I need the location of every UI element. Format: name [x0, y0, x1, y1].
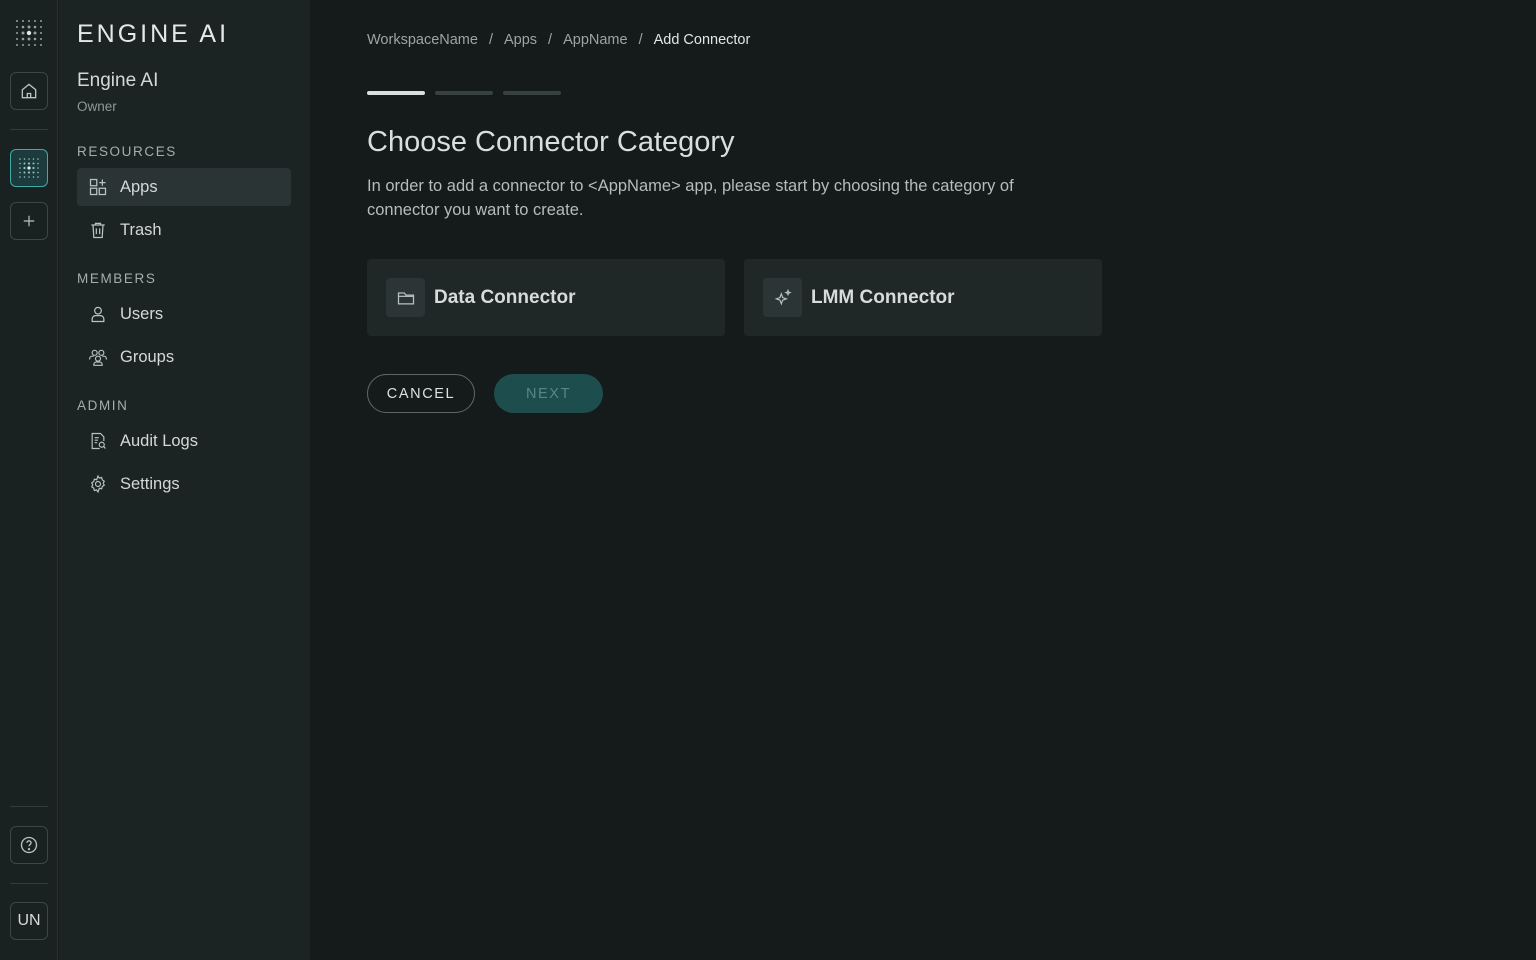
- step-indicator-3: [503, 91, 561, 95]
- breadcrumb-separator: /: [488, 32, 493, 48]
- user-avatar-button[interactable]: UN: [10, 902, 48, 940]
- plus-icon: [23, 215, 35, 227]
- sidebar-item-settings[interactable]: Settings: [77, 465, 291, 503]
- help-button[interactable]: [10, 826, 48, 864]
- gear-icon: [88, 474, 108, 494]
- sidebar-item-audit-logs[interactable]: Audit Logs: [77, 422, 291, 460]
- sidebar-item-label: Apps: [120, 177, 158, 196]
- add-workspace-button[interactable]: [10, 202, 48, 240]
- breadcrumb-apps[interactable]: Apps: [504, 32, 537, 48]
- groups-icon: [88, 347, 108, 367]
- dot-grid-icon: [19, 158, 39, 178]
- icon-rail: UN: [0, 0, 58, 960]
- page-description: In order to add a connector to <AppName>…: [367, 177, 1014, 219]
- sidebar-item-groups[interactable]: Groups: [77, 338, 291, 376]
- step-indicator-2: [435, 91, 493, 95]
- rail-divider: [10, 806, 48, 807]
- breadcrumb-current: Add Connector: [653, 32, 751, 48]
- help-circle-icon: [20, 836, 38, 854]
- folder-icon: [386, 278, 425, 317]
- trash-icon: [88, 220, 108, 240]
- data-connector-card[interactable]: Data Connector: [367, 259, 725, 336]
- sidebar-item-users[interactable]: Users: [77, 295, 291, 333]
- sidebar-item-apps[interactable]: Apps: [77, 168, 291, 206]
- sparkle-icon: [763, 278, 802, 317]
- user-icon: [88, 304, 108, 324]
- breadcrumb-workspace[interactable]: WorkspaceName: [367, 32, 478, 48]
- sidebar-item-label: Audit Logs: [120, 431, 198, 450]
- card-label: LMM Connector: [811, 286, 955, 308]
- audit-log-icon: [88, 431, 108, 451]
- page-title: Choose Connector Category: [367, 126, 735, 158]
- brand-logo[interactable]: ENGINE AI: [77, 20, 229, 49]
- sidebar-item-label: Settings: [120, 474, 180, 493]
- breadcrumb-separator: /: [548, 32, 553, 48]
- apps-grid-icon: [88, 177, 108, 197]
- breadcrumb-app[interactable]: AppName: [563, 32, 627, 48]
- breadcrumb: WorkspaceName / Apps / AppName / Add Con…: [367, 32, 750, 48]
- sidebar-item-label: Trash: [120, 220, 162, 239]
- breadcrumb-separator: /: [638, 32, 643, 48]
- rail-divider: [10, 883, 48, 884]
- lmm-connector-card[interactable]: LMM Connector: [744, 259, 1102, 336]
- engine-dots-logo-icon[interactable]: [13, 17, 45, 49]
- step-progress: [367, 91, 561, 95]
- workspace-button[interactable]: [10, 149, 48, 187]
- card-label: Data Connector: [434, 286, 576, 308]
- main-content: WorkspaceName / Apps / AppName / Add Con…: [310, 0, 1536, 960]
- section-label-members: MEMBERS: [77, 271, 157, 286]
- home-icon: [21, 83, 37, 99]
- cancel-button[interactable]: CANCEL: [367, 374, 475, 413]
- home-button[interactable]: [10, 72, 48, 110]
- sidebar-item-label: Users: [120, 304, 164, 323]
- rail-divider: [10, 129, 48, 130]
- section-label-resources: RESOURCES: [77, 144, 177, 159]
- sidebar: ENGINE AI Engine AI Owner RESOURCES Apps…: [59, 0, 310, 960]
- sidebar-item-trash[interactable]: Trash: [77, 211, 291, 249]
- workspace-role: Owner: [77, 99, 117, 114]
- step-indicator-1: [367, 91, 425, 95]
- sidebar-item-label: Groups: [120, 347, 175, 366]
- workspace-name: Engine AI: [77, 70, 159, 91]
- avatar-initials: UN: [17, 912, 41, 929]
- section-label-admin: ADMIN: [77, 398, 129, 413]
- next-button[interactable]: NEXT: [494, 374, 603, 413]
